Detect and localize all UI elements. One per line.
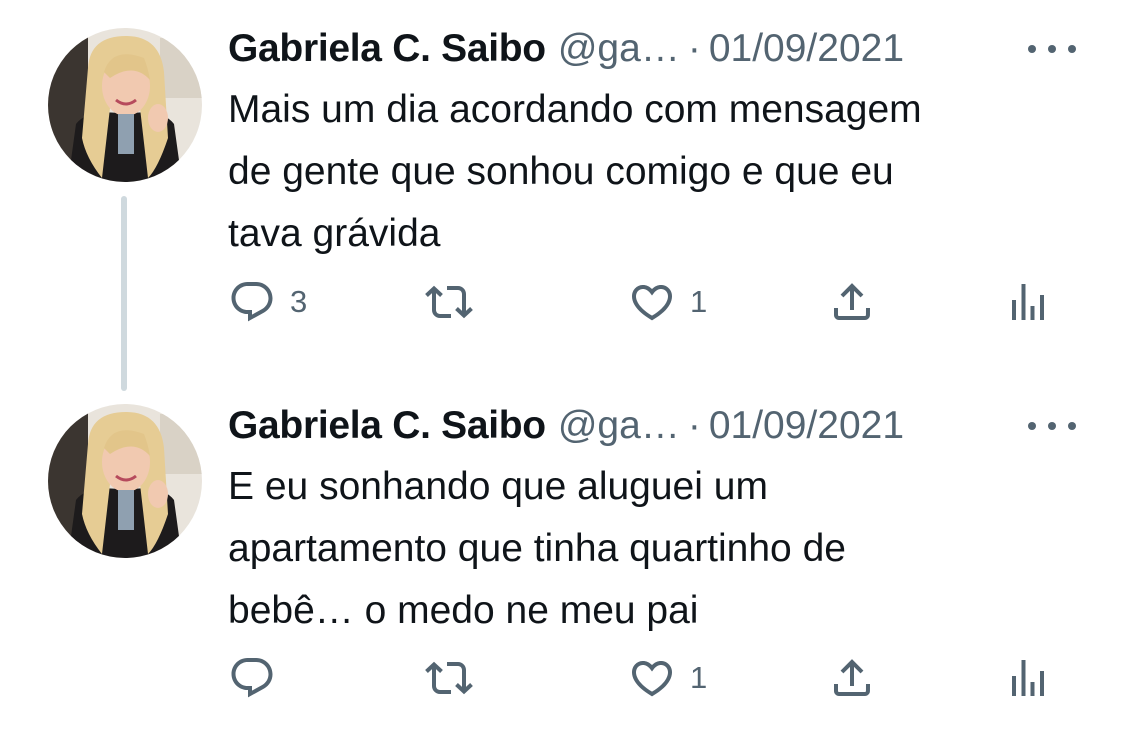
share-button[interactable] [828,276,876,328]
like-count: 1 [690,660,708,695]
share-icon [834,283,870,320]
thread-connector-line [121,196,127,391]
tweet-actions: 3 1 [228,276,1088,328]
avatar[interactable] [48,404,202,558]
retweet-button[interactable] [425,276,487,328]
tweet-text: Mais um dia acordando com mensagem de ge… [228,79,1088,265]
tweet-text-line: tava grávida [228,212,441,255]
author-handle[interactable]: @ga… [558,404,680,448]
tweet-text: E eu sonhando que aluguei um apartamento… [228,456,1088,642]
heart-icon [631,285,673,321]
reply-icon [231,658,273,698]
tweet-thread: Gabriela C. Saibo @ga… · 01/09/2021 Mais… [0,0,1125,731]
analytics-button[interactable] [1004,276,1052,328]
like-button[interactable]: 1 [628,276,707,328]
tweet-text-line: E eu sonhando que aluguei um [228,465,768,508]
reply-button[interactable] [228,652,290,704]
share-icon [834,659,870,696]
tweet-header: Gabriela C. Saibo @ga… · 01/09/2021 [228,404,904,448]
more-icon[interactable] [1028,411,1076,441]
tweet-date[interactable]: 01/09/2021 [709,27,904,71]
separator-dot: · [687,404,701,447]
tweet[interactable]: Gabriela C. Saibo @ga… · 01/09/2021 E eu… [0,380,1125,731]
retweet-button[interactable] [425,652,487,704]
tweet-header: Gabriela C. Saibo @ga… · 01/09/2021 [228,27,904,71]
retweet-icon [425,285,473,319]
analytics-icon [1012,660,1044,696]
share-button[interactable] [828,652,876,704]
author-handle[interactable]: @ga… [558,27,680,71]
reply-icon [231,282,273,322]
like-count: 1 [690,284,708,319]
tweet-date[interactable]: 01/09/2021 [709,404,904,448]
avatar-photo [48,28,202,182]
tweet-text-line: de gente que sonhou comigo e que eu [228,150,894,193]
retweet-icon [425,661,473,695]
analytics-button[interactable] [1004,652,1052,704]
reply-count: 3 [290,284,308,319]
heart-icon [631,661,673,697]
like-button[interactable]: 1 [628,652,707,704]
separator-dot: · [687,27,701,70]
avatar-photo [48,404,202,558]
tweet-text-line: apartamento que tinha quartinho de [228,527,846,570]
reply-button[interactable]: 3 [228,276,307,328]
author-display-name[interactable]: Gabriela C. Saibo [228,404,546,448]
tweet-text-line: bebê… o medo ne meu pai [228,589,699,632]
tweet-actions: 1 [228,652,1088,704]
more-icon[interactable] [1028,34,1076,64]
avatar[interactable] [48,28,202,182]
analytics-icon [1012,284,1044,320]
tweet[interactable]: Gabriela C. Saibo @ga… · 01/09/2021 Mais… [0,0,1125,391]
author-display-name[interactable]: Gabriela C. Saibo [228,27,546,71]
tweet-text-line: Mais um dia acordando com mensagem [228,88,922,131]
